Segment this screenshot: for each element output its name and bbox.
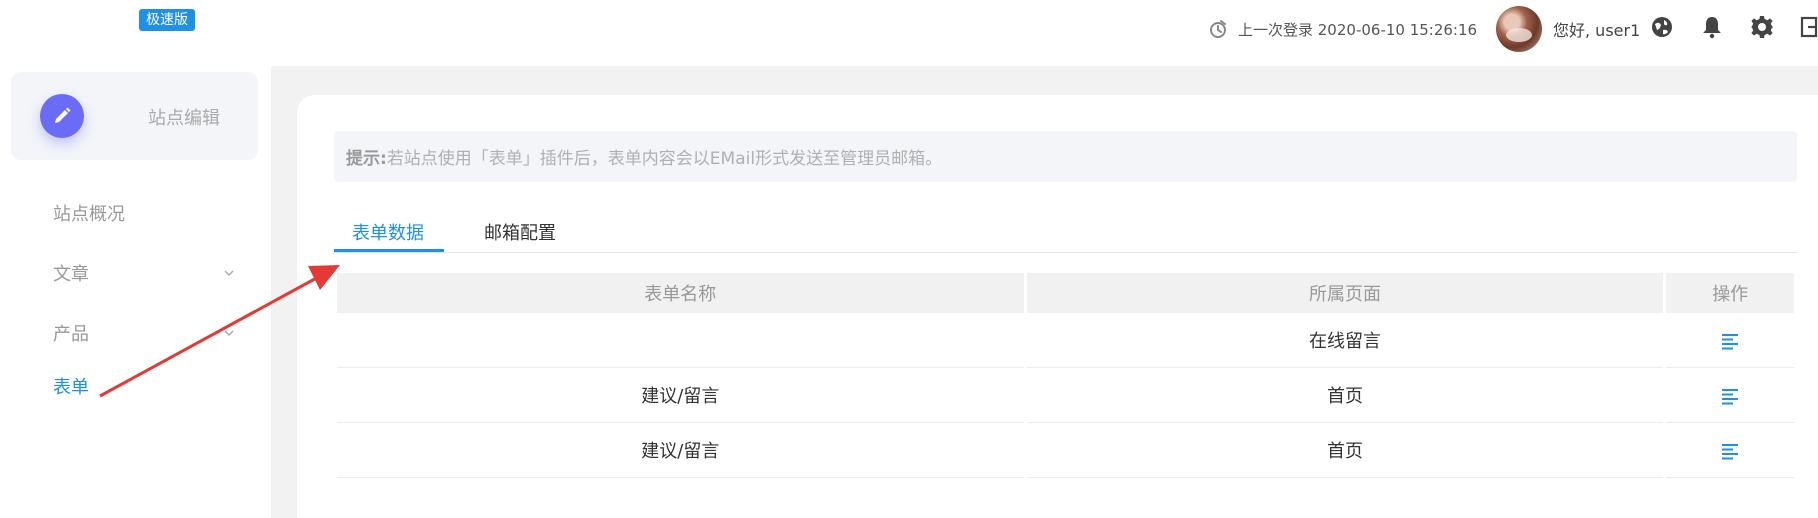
page-cell: 首页	[1026, 368, 1664, 423]
top-bar: 极速版 上一次登录 2020-06-10 15:26:16 您好, user1	[0, 0, 1818, 66]
table-row: 建议/留言 首页	[337, 423, 1794, 478]
bell-icon[interactable]	[1700, 15, 1724, 39]
sidebar-item-overview[interactable]: 站点概况	[53, 200, 125, 226]
table-header-row: 表单名称 所属页面 操作	[337, 273, 1794, 313]
form-name-cell: 建议/留言	[337, 368, 1024, 423]
globe-icon[interactable]	[1650, 15, 1674, 39]
gear-icon[interactable]	[1750, 15, 1774, 39]
site-edit-card[interactable]: 站点编辑	[11, 72, 258, 160]
last-login-text: 上一次登录 2020-06-10 15:26:16	[1238, 20, 1478, 39]
site-edit-label: 站点编辑	[148, 108, 220, 129]
column-header-page: 所属页面	[1026, 273, 1664, 313]
list-detail-icon[interactable]	[1721, 332, 1739, 350]
edit-button[interactable]	[40, 94, 84, 138]
forms-table: 表单名称 所属页面 操作 在线留言 建议/留言 首页 建议/留言 首页	[334, 273, 1797, 478]
tip-label: 提示:	[346, 149, 387, 169]
exit-icon[interactable]	[1800, 15, 1818, 39]
sidebar: 站点编辑 站点概况 文章 产品 表单	[0, 66, 271, 518]
column-header-form-name: 表单名称	[337, 273, 1024, 313]
last-login-info: 上一次登录 2020-06-10 15:26:16	[1208, 0, 1477, 58]
sidebar-item-forms[interactable]: 表单	[53, 373, 89, 399]
avatar[interactable]	[1496, 6, 1542, 52]
actions-cell	[1666, 313, 1794, 368]
clock-icon	[1210, 20, 1226, 38]
chevron-down-icon[interactable]	[222, 326, 236, 340]
column-header-actions: 操作	[1666, 273, 1794, 313]
tab-bar: 表单数据 邮箱配置	[334, 208, 1797, 253]
tab-email-config[interactable]: 邮箱配置	[484, 219, 556, 245]
tab-form-data[interactable]: 表单数据	[352, 219, 424, 245]
actions-cell	[1666, 368, 1794, 423]
active-tab-indicator	[334, 249, 444, 252]
user-greeting[interactable]: 您好, user1	[1553, 0, 1640, 58]
list-detail-icon[interactable]	[1721, 442, 1739, 460]
list-detail-icon[interactable]	[1721, 387, 1739, 405]
sidebar-item-articles[interactable]: 文章	[53, 260, 89, 286]
form-name-cell	[337, 313, 1024, 368]
chevron-down-icon[interactable]	[222, 266, 236, 280]
table-row: 建议/留言 首页	[337, 368, 1794, 423]
table-row: 在线留言	[337, 313, 1794, 368]
sidebar-item-products[interactable]: 产品	[53, 320, 89, 346]
page-cell: 在线留言	[1026, 313, 1664, 368]
speed-edition-badge: 极速版	[139, 9, 195, 31]
actions-cell	[1666, 423, 1794, 478]
pencil-icon	[55, 107, 71, 123]
tip-banner: 提示: 若站点使用「表单」插件后，表单内容会以EMail形式发送至管理员邮箱。	[334, 131, 1797, 182]
form-name-cell: 建议/留言	[337, 423, 1024, 478]
tip-text: 若站点使用「表单」插件后，表单内容会以EMail形式发送至管理员邮箱。	[386, 149, 943, 169]
page-cell: 首页	[1026, 423, 1664, 478]
